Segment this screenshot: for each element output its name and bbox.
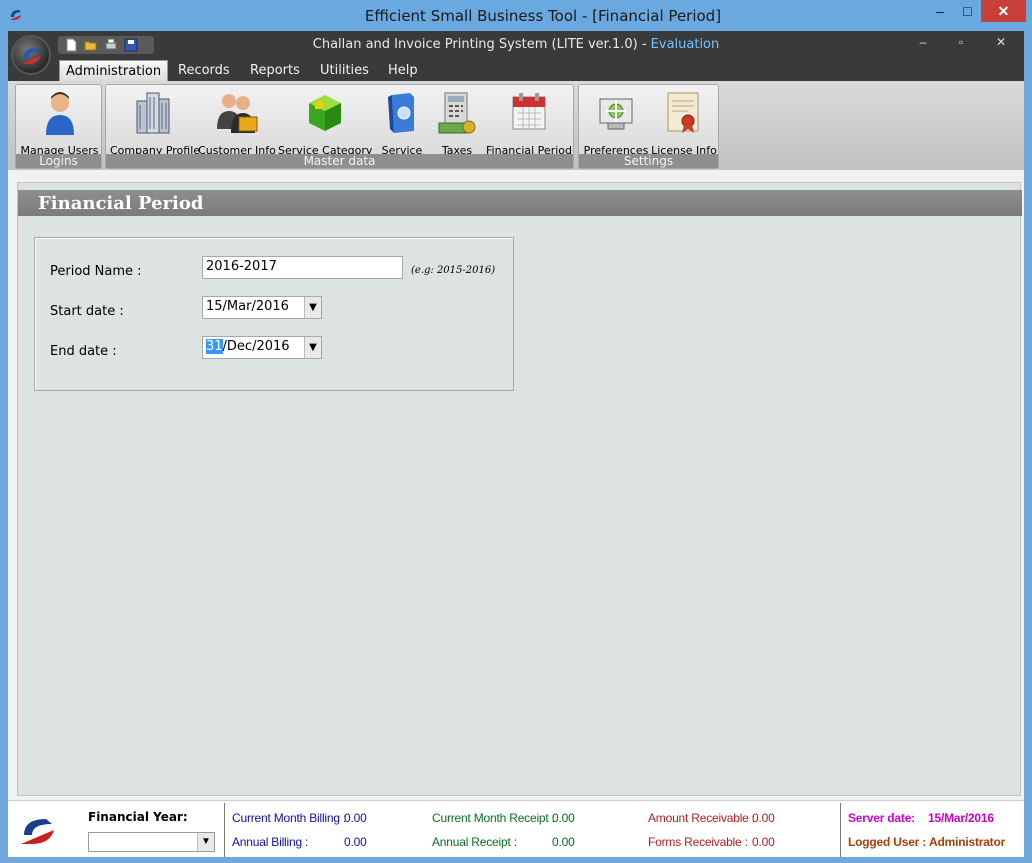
amount-receivable-label: Amount Receivable :	[648, 811, 755, 825]
chevron-down-icon[interactable]: ▼	[304, 297, 321, 318]
page-title: Financial Period	[38, 193, 204, 214]
annual-receipt-label: Annual Receipt :	[432, 835, 517, 849]
period-name-hint: (e.g: 2015-2016)	[411, 265, 496, 276]
tab-records[interactable]: Records	[172, 60, 236, 81]
inner-restore-button[interactable]: ▫	[946, 35, 976, 53]
service-box-icon	[388, 93, 414, 133]
ribbon: Manage Users Logins Company Profile Cust…	[8, 81, 1024, 170]
start-date-value: 15/Mar/2016	[206, 299, 289, 314]
cube-icon	[309, 95, 341, 131]
app-window: Challan and Invoice Printing System (LIT…	[8, 31, 1024, 857]
inner-minimize-button[interactable]: –	[908, 35, 938, 53]
start-date-label: Start date :	[50, 304, 124, 319]
calendar-icon	[512, 93, 546, 130]
certificate-icon	[667, 92, 699, 133]
license-info-button[interactable]: License Info	[651, 89, 717, 157]
inner-title-text: Challan and Invoice Printing System (LIT…	[312, 37, 651, 52]
outer-close-button[interactable]: ✕	[981, 0, 1026, 22]
content-frame: Financial Period Period Name : 2016-2017…	[8, 170, 1024, 800]
open-folder-icon[interactable]	[84, 38, 98, 52]
print-icon[interactable]	[104, 38, 118, 52]
current-month-billing-value: 0.00	[344, 811, 367, 825]
preferences-button[interactable]: Preferences	[583, 89, 649, 157]
logged-user-label: Logged User :	[848, 835, 927, 849]
period-name-label: Period Name :	[50, 264, 142, 279]
chevron-down-icon[interactable]: ▼	[304, 337, 321, 358]
end-date-rest: /Dec/2016	[222, 339, 290, 354]
inner-window-title: Challan and Invoice Printing System (LIT…	[8, 37, 1024, 52]
current-month-billing-label: Current Month Billing :	[232, 811, 347, 825]
customer-info-button[interactable]: Customer Info	[198, 89, 276, 157]
panel-header: Financial Period	[18, 190, 1022, 216]
outer-maximize-button[interactable]: □	[954, 0, 981, 22]
evaluation-label: Evaluation	[650, 37, 720, 52]
service-button[interactable]: Service	[374, 89, 430, 157]
company-logo-icon	[21, 819, 54, 844]
tab-administration[interactable]: Administration	[59, 60, 169, 81]
ribbon-group-logins: Manage Users Logins	[15, 84, 102, 169]
manage-users-button[interactable]: Manage Users	[16, 89, 103, 157]
logged-user-value: Administrator	[929, 835, 1006, 849]
customers-icon	[217, 94, 258, 133]
financial-period-button[interactable]: Financial Period	[486, 89, 572, 157]
forms-receivable-label: Forms Receivable :	[648, 835, 748, 849]
ribbon-group-master-data: Company Profile Customer Info Service Ca…	[105, 84, 574, 169]
tab-utilities[interactable]: Utilities	[314, 60, 375, 81]
period-name-input[interactable]: 2016-2017	[202, 256, 403, 279]
amount-receivable-value: 0.00	[752, 811, 775, 825]
financial-year-select[interactable]: ▼	[88, 832, 215, 852]
quick-access-toolbar	[58, 36, 154, 54]
end-date-picker[interactable]: 31/Dec/2016 ▼	[202, 336, 322, 359]
tab-help[interactable]: Help	[382, 60, 424, 81]
end-date-label: End date :	[50, 344, 117, 359]
taxes-button[interactable]: Taxes	[430, 89, 484, 157]
ribbon-group-settings: Preferences License Info Settings	[578, 84, 719, 169]
group-label-logins: Logins	[16, 154, 101, 168]
group-label-master-data: Master data	[106, 154, 573, 168]
server-date-value: 15/Mar/2016	[928, 811, 994, 825]
menu-bar: Administration Records Reports Utilities…	[8, 57, 1024, 81]
server-date-label: Server date:	[848, 811, 915, 825]
start-date-picker[interactable]: 15/Mar/2016 ▼	[202, 296, 322, 319]
annual-billing-label: Annual Billing :	[232, 835, 309, 849]
outer-minimize-button[interactable]: –	[926, 0, 954, 22]
company-profile-button[interactable]: Company Profile	[110, 89, 200, 157]
status-bar: Financial Year: ▼ Current Month Billing …	[8, 800, 1024, 857]
calculator-icon	[438, 92, 476, 134]
current-month-receipt-value: 0.00	[552, 811, 575, 825]
outer-titlebar: Efficient Small Business Tool - [Financi…	[0, 0, 1032, 31]
new-file-icon[interactable]	[64, 38, 78, 52]
annual-receipt-value: 0.00	[552, 835, 575, 849]
tab-reports[interactable]: Reports	[244, 60, 306, 81]
divider	[840, 803, 841, 857]
financial-period-form: Period Name : 2016-2017 (e.g: 2015-2016)…	[34, 237, 514, 391]
financial-period-panel: Financial Period Period Name : 2016-2017…	[17, 182, 1022, 796]
forms-receivable-value: 0.00	[752, 835, 775, 849]
group-label-settings: Settings	[579, 154, 718, 168]
save-icon[interactable]	[124, 38, 138, 52]
outer-window-title: Efficient Small Business Tool - [Financi…	[364, 7, 722, 25]
buildings-icon	[136, 92, 170, 134]
end-date-day-selected: 31	[206, 339, 223, 354]
annual-billing-value: 0.00	[344, 835, 367, 849]
preferences-icon	[599, 98, 633, 130]
current-month-receipt-label: Current Month Receipt :	[432, 811, 555, 825]
service-category-button[interactable]: Service Category	[278, 89, 372, 157]
user-icon	[45, 92, 74, 135]
financial-year-label: Financial Year:	[88, 810, 188, 824]
chevron-down-icon[interactable]: ▼	[197, 833, 214, 851]
inner-close-button[interactable]: ✕	[986, 35, 1016, 53]
divider	[224, 803, 225, 857]
